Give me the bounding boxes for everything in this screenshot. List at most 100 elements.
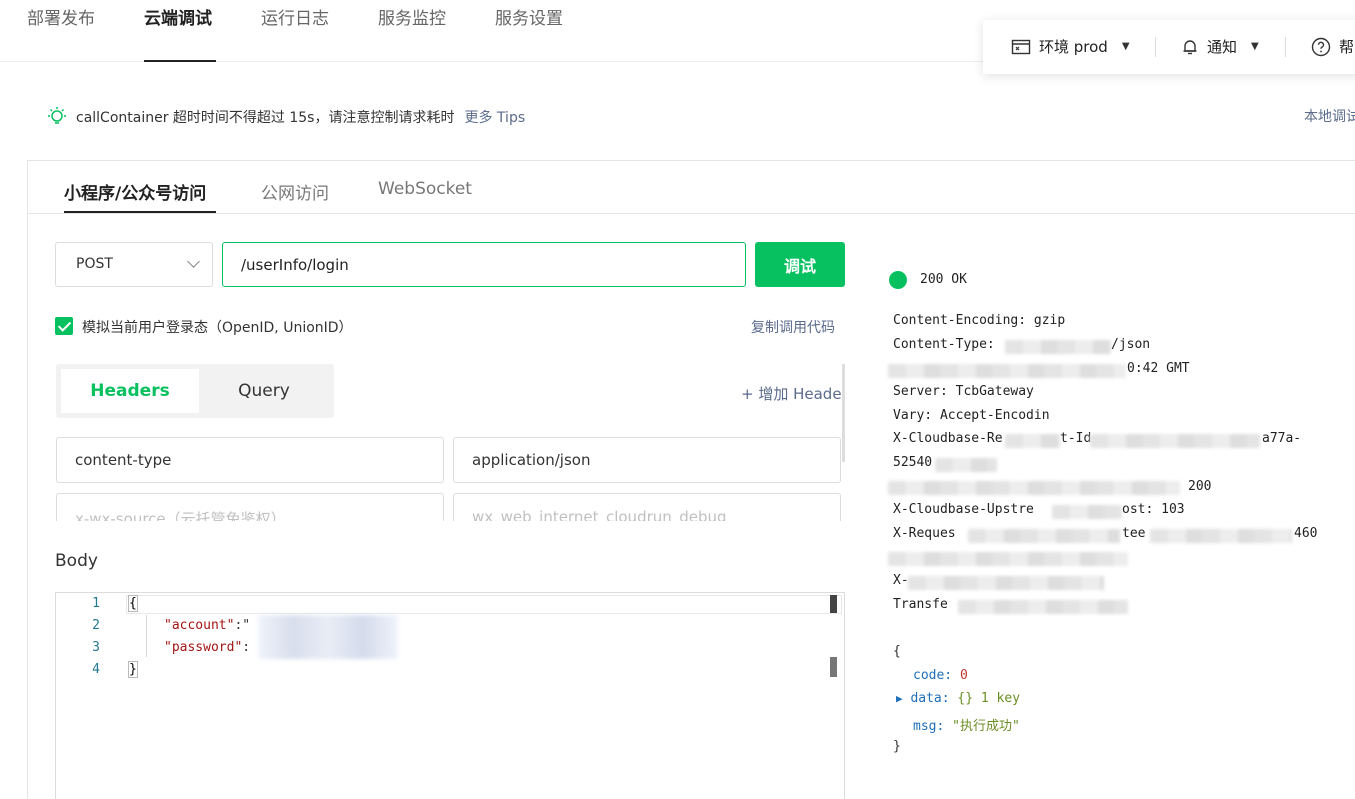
notify-label: 通知 bbox=[1207, 38, 1238, 56]
scrollbar-thumb[interactable] bbox=[830, 657, 837, 677]
response-header: tee bbox=[1122, 526, 1146, 541]
header-value-input[interactable]: wx_web_internet_cloudrun_debug bbox=[453, 493, 841, 521]
tab-settings[interactable]: 服务设置 bbox=[495, 4, 563, 29]
response-header: Server: TcbGateway bbox=[893, 384, 1034, 399]
response-header: Content-Type: bbox=[893, 337, 995, 352]
json-key: code: bbox=[913, 668, 953, 683]
code-line: "password": bbox=[164, 640, 250, 655]
tip-text: callContainer 超时时间不得超过 15s，请注意控制请求耗时 bbox=[76, 110, 455, 126]
account-separator: :" bbox=[234, 618, 251, 633]
json-row-msg: msg: "执行成功" bbox=[913, 715, 1020, 734]
active-subtab-underline bbox=[64, 211, 216, 213]
response-header: a77a- bbox=[1262, 431, 1302, 446]
scrollbar[interactable] bbox=[842, 364, 845, 462]
method-select[interactable]: POST bbox=[55, 242, 213, 287]
header-key-input[interactable]: content-type bbox=[56, 437, 444, 483]
redacted bbox=[935, 458, 997, 472]
redacted bbox=[888, 364, 1126, 378]
add-header-link[interactable]: + 增加 Header bbox=[741, 383, 843, 404]
lightbulb-icon bbox=[48, 107, 66, 124]
caret-down-icon: ▼ bbox=[1121, 41, 1130, 52]
redacted bbox=[1052, 505, 1122, 519]
debug-button[interactable]: 调试 bbox=[755, 242, 845, 287]
tab-miniprogram-access[interactable]: 小程序/公众号访问 bbox=[64, 179, 206, 204]
response-header: t-Id bbox=[1060, 431, 1092, 446]
code-line: } bbox=[128, 661, 138, 678]
redacted bbox=[888, 481, 1180, 495]
help-button[interactable]: 帮 bbox=[1311, 36, 1354, 57]
status-ok-icon bbox=[889, 271, 907, 289]
notification-button[interactable]: 通知 ▼ bbox=[1181, 36, 1259, 57]
password-separator: : bbox=[242, 640, 251, 655]
line-number: 4 bbox=[92, 662, 100, 677]
redacted bbox=[1005, 340, 1111, 354]
json-key: data: bbox=[910, 691, 950, 706]
password-key: "password" bbox=[164, 640, 243, 655]
tab-deploy[interactable]: 部署发布 bbox=[27, 4, 95, 29]
json-value: "执行成功" bbox=[952, 719, 1020, 734]
tab-websocket[interactable]: WebSocket bbox=[378, 179, 472, 199]
tab-logs[interactable]: 运行日志 bbox=[261, 4, 329, 29]
scrollbar-thumb[interactable] bbox=[830, 595, 837, 613]
response-header: /json bbox=[1111, 337, 1151, 352]
env-selector[interactable]: 环境 prod ▼ bbox=[1011, 36, 1130, 57]
status-text: 200 OK bbox=[920, 272, 967, 287]
question-circle-icon bbox=[1311, 37, 1331, 56]
line-number: 1 bbox=[92, 596, 100, 611]
redacted bbox=[888, 552, 1128, 566]
close-brace: } bbox=[128, 661, 138, 678]
response-header: 200 bbox=[1188, 479, 1212, 494]
redacted bbox=[1005, 434, 1060, 448]
redacted-credentials bbox=[258, 615, 398, 659]
path-input[interactable] bbox=[222, 242, 746, 287]
copy-code-link[interactable]: 复制调用代码 bbox=[751, 317, 835, 337]
open-brace: { bbox=[128, 595, 138, 612]
chevron-down-icon bbox=[187, 255, 200, 268]
expand-triangle-icon[interactable]: ▶ bbox=[896, 692, 903, 705]
response-header: ost: 103 bbox=[1122, 502, 1185, 517]
simulate-login-checkbox[interactable] bbox=[55, 317, 73, 335]
json-key: msg: bbox=[913, 719, 945, 734]
help-label: 帮 bbox=[1339, 38, 1355, 56]
method-value: POST bbox=[76, 256, 113, 272]
response-header: X- bbox=[893, 573, 909, 588]
env-label: 环境 prod bbox=[1039, 38, 1108, 56]
divider bbox=[1285, 37, 1286, 57]
divider bbox=[1155, 37, 1156, 57]
environment-icon bbox=[1011, 39, 1031, 54]
body-code-editor[interactable]: 1 2 3 4 { "account":" "password": } bbox=[55, 592, 845, 799]
header-value-input[interactable]: application/json bbox=[453, 437, 841, 483]
access-mode-tabs: 小程序/公众号访问 公网访问 WebSocket bbox=[28, 161, 1355, 214]
more-tips-link[interactable]: 更多 Tips bbox=[464, 107, 525, 127]
response-header: X-Cloudbase-Upstre bbox=[893, 502, 1034, 517]
local-debug-link[interactable]: 本地调试 bbox=[1304, 106, 1355, 126]
tab-monitor[interactable]: 服务监控 bbox=[378, 4, 446, 29]
response-header: Vary: Accept-Encodin bbox=[893, 408, 1050, 423]
json-value: 0 bbox=[959, 668, 968, 683]
tab-cloud-debug[interactable]: 云端调试 bbox=[144, 4, 212, 29]
json-row-data[interactable]: ▶ data: {} 1 key bbox=[896, 691, 1020, 706]
json-meta: 1 key bbox=[980, 691, 1021, 706]
json-open: { bbox=[893, 644, 901, 659]
header-key-input[interactable]: x-wx-source（云托管免鉴权） bbox=[56, 493, 444, 521]
redacted bbox=[968, 529, 1120, 543]
response-header: 0:42 GMT bbox=[1127, 361, 1190, 376]
account-key: "account" bbox=[164, 618, 235, 633]
indent-guide bbox=[146, 615, 147, 657]
response-header: Content-Encoding: gzip bbox=[893, 313, 1066, 328]
line-number: 3 bbox=[92, 640, 100, 655]
tab-public-access[interactable]: 公网访问 bbox=[261, 179, 329, 204]
json-close: } bbox=[893, 739, 901, 754]
redacted bbox=[908, 576, 1104, 590]
simulate-login-label: 模拟当前用户登录态（OpenID, UnionID） bbox=[82, 320, 353, 336]
json-row-code: code: 0 bbox=[913, 668, 968, 683]
body-label: Body bbox=[55, 551, 98, 571]
headers-query-tabs: Headers Query bbox=[56, 364, 334, 418]
response-header: Transfe bbox=[893, 597, 948, 612]
response-header: 460 bbox=[1294, 526, 1318, 541]
redacted bbox=[1090, 434, 1260, 448]
tab-headers[interactable]: Headers bbox=[61, 369, 199, 413]
bell-icon bbox=[1183, 39, 1197, 54]
tab-query[interactable]: Query bbox=[199, 369, 329, 413]
redacted bbox=[958, 600, 1128, 614]
